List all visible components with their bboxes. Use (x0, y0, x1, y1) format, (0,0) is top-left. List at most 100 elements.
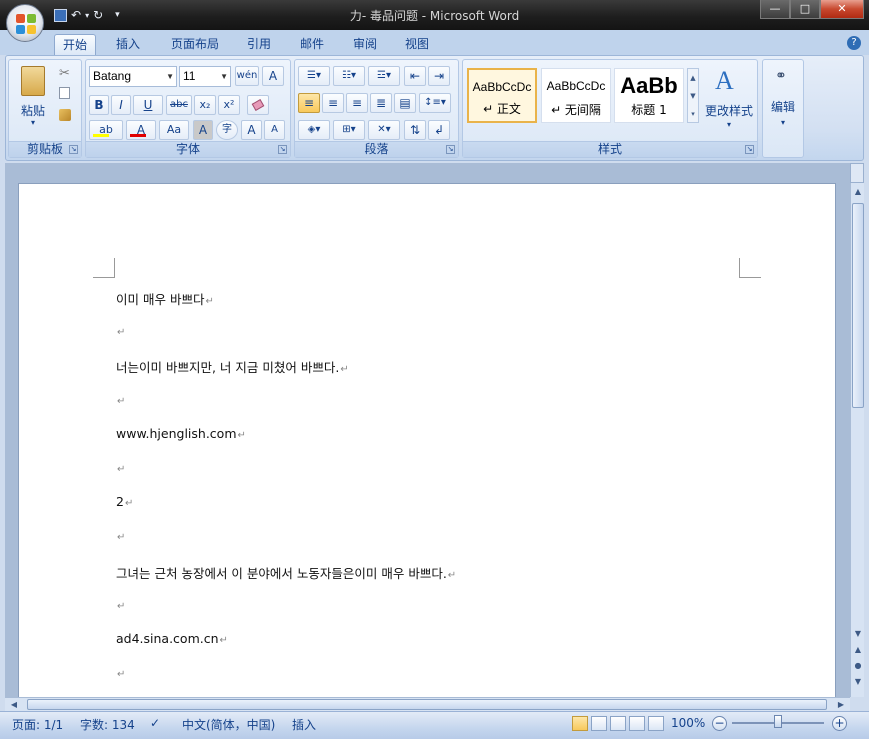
zoom-level[interactable]: 100% (671, 716, 705, 730)
distributed-button[interactable]: ▤ (394, 93, 416, 113)
justify-button[interactable]: ≣ (370, 93, 392, 113)
bold-button[interactable]: B (89, 95, 109, 115)
paste-button[interactable]: 粘贴 ▾ (13, 64, 53, 134)
outline-view-icon[interactable] (629, 716, 645, 731)
zoom-out-button[interactable]: − (712, 716, 727, 731)
numbering-button[interactable]: ☷▾ (333, 66, 365, 86)
insert-mode[interactable]: 插入 (292, 716, 316, 733)
document-paragraph[interactable]: 그녀는 근처 농장에서 이 분야에서 노동자들은이미 매우 바쁘다.↵ (116, 563, 456, 582)
shrink-font-button[interactable]: A (264, 120, 285, 140)
copy-icon[interactable] (59, 87, 70, 99)
paragraph-launcher-icon[interactable]: ↘ (446, 145, 455, 154)
empty-paragraph[interactable]: ↵ (116, 665, 125, 680)
styles-scroll[interactable]: ▲ ▼ ▾ (687, 68, 699, 123)
highlight-button[interactable]: ab (89, 120, 123, 140)
clear-formatting-button[interactable] (247, 95, 269, 115)
document-paragraph[interactable]: 2↵ (116, 494, 133, 509)
empty-paragraph[interactable]: ↵ (116, 597, 125, 612)
tab-references[interactable]: 引用 (238, 34, 280, 55)
print-layout-view-icon[interactable] (572, 716, 588, 731)
vertical-scrollbar[interactable]: ▲ ▼ ▲ ● ▼ (850, 183, 864, 697)
horizontal-scroll-thumb[interactable] (27, 699, 827, 710)
style-no-spacing[interactable]: AaBbCcDc ↵ 无间隔 (541, 68, 611, 123)
char-shading-button[interactable]: A (193, 120, 213, 140)
previous-page-icon[interactable]: ▲ (851, 643, 865, 657)
full-screen-reading-icon[interactable] (591, 716, 607, 731)
paragraph-text: 2 (116, 494, 124, 510)
strikethrough-button[interactable]: abc (166, 95, 192, 115)
page-count[interactable]: 页面: 1/1 (12, 716, 63, 733)
increase-indent-button[interactable]: ⇥ (428, 66, 450, 86)
font-launcher-icon[interactable]: ↘ (278, 145, 287, 154)
scroll-right-icon[interactable]: ▶ (834, 698, 848, 712)
line-spacing-button[interactable]: ↕≡▾ (419, 93, 451, 113)
shading-button[interactable]: ◈▾ (298, 120, 330, 140)
align-center-button[interactable]: ≡ (322, 93, 344, 113)
proofing-icon[interactable]: ✓ (150, 716, 160, 730)
chinese-layout-button[interactable]: ✕▾ (368, 120, 400, 140)
format-painter-icon[interactable] (59, 109, 71, 121)
document-paragraph[interactable]: www.hjenglish.com↵ (116, 426, 246, 441)
font-name-combo[interactable]: Batang ▼ (89, 66, 177, 87)
draft-view-icon[interactable] (648, 716, 664, 731)
underline-button[interactable]: U (133, 95, 163, 115)
document-paragraph[interactable]: 이미 매우 바쁘다↵ (116, 289, 214, 308)
scroll-up-icon[interactable]: ▲ (851, 185, 865, 199)
tab-home[interactable]: 开始 (54, 34, 96, 55)
font-color-button[interactable]: A (126, 120, 156, 140)
web-layout-icon[interactable] (610, 716, 626, 731)
maximize-button[interactable]: □ (790, 0, 820, 19)
close-button[interactable]: ✕ (820, 0, 864, 19)
align-left-button[interactable]: ≡ (298, 93, 320, 113)
char-border-button[interactable]: A (262, 66, 284, 86)
editing-group[interactable]: ⚭ 编辑 ▾ (762, 59, 804, 158)
align-right-button[interactable]: ≡ (346, 93, 368, 113)
empty-paragraph[interactable]: ↵ (116, 392, 125, 407)
sort-button[interactable]: ⇅ (404, 120, 426, 140)
borders-button[interactable]: ⊞▾ (333, 120, 365, 140)
tab-view[interactable]: 视图 (396, 34, 438, 55)
grow-font-button[interactable]: A (241, 120, 262, 140)
bullets-button[interactable]: ☰▾ (298, 66, 330, 86)
show-marks-button[interactable]: ↲ (428, 120, 450, 140)
zoom-in-button[interactable]: + (832, 716, 847, 731)
change-styles-button[interactable]: A 更改样式 ▾ (703, 64, 755, 138)
vertical-scroll-thumb[interactable] (852, 203, 864, 408)
style-heading-1[interactable]: AaBb 标题 1 (614, 68, 684, 123)
minimize-button[interactable]: — (760, 0, 790, 19)
decrease-indent-button[interactable]: ⇤ (404, 66, 426, 86)
enclose-char-button[interactable]: 字 (216, 120, 238, 140)
next-page-icon[interactable]: ▼ (851, 675, 865, 689)
tab-mailings[interactable]: 邮件 (291, 34, 333, 55)
scroll-down-icon[interactable]: ▼ (851, 627, 865, 641)
change-case-button[interactable]: Aa (159, 120, 189, 140)
document-paragraph[interactable]: ad4.sina.com.cn↵ (116, 631, 228, 646)
phonetic-guide-button[interactable]: wén (235, 66, 259, 86)
zoom-slider-thumb[interactable] (774, 715, 782, 728)
tab-insert[interactable]: 插入 (107, 34, 149, 55)
font-size-combo[interactable]: 11 ▼ (179, 66, 231, 87)
horizontal-scrollbar[interactable]: ◀ ▶ (5, 697, 850, 711)
tab-review[interactable]: 审阅 (344, 34, 386, 55)
clipboard-launcher-icon[interactable]: ↘ (69, 145, 78, 154)
superscript-button[interactable]: x² (218, 95, 240, 115)
office-button[interactable] (6, 4, 44, 42)
word-count[interactable]: 字数: 134 (80, 716, 135, 733)
subscript-button[interactable]: x₂ (194, 95, 216, 115)
empty-paragraph[interactable]: ↵ (116, 460, 125, 475)
style-normal[interactable]: AaBbCcDc ↵ 正文 (467, 68, 537, 123)
multilevel-list-button[interactable]: ☲▾ (368, 66, 400, 86)
scroll-left-icon[interactable]: ◀ (7, 698, 21, 712)
view-ruler-button[interactable] (850, 163, 864, 183)
help-icon[interactable]: ? (847, 36, 861, 50)
document-paragraph[interactable]: 너는이미 바쁘지만, 너 지금 미쳤어 바쁘다.↵ (116, 357, 349, 376)
language-indicator[interactable]: 中文(简体，中国) (182, 716, 275, 733)
tab-page-layout[interactable]: 页面布局 (162, 34, 228, 55)
italic-button[interactable]: I (111, 95, 131, 115)
document-page[interactable]: 이미 매우 바쁘다↵ ↵ 너는이미 바쁘지만, 너 지금 미쳤어 바쁘다.↵ ↵ www… (18, 183, 836, 697)
empty-paragraph[interactable]: ↵ (116, 528, 125, 543)
empty-paragraph[interactable]: ↵ (116, 323, 125, 338)
browse-object-icon[interactable]: ● (851, 659, 865, 673)
styles-launcher-icon[interactable]: ↘ (745, 145, 754, 154)
cut-icon[interactable]: ✂ (59, 66, 70, 81)
